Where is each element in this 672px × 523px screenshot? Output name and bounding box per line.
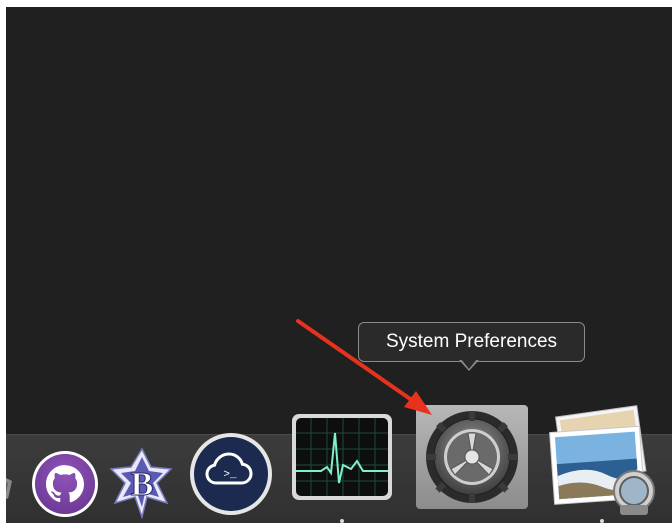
dock-item-activity-monitor[interactable] — [291, 413, 393, 501]
running-indicator — [600, 519, 604, 523]
dock-item-github-desktop[interactable] — [30, 449, 100, 519]
github-desktop-icon — [32, 451, 98, 517]
dock-item-system-preferences[interactable] — [416, 405, 528, 509]
running-indicator — [340, 519, 344, 523]
preview-icon — [549, 405, 655, 515]
svg-text:B: B — [131, 466, 154, 503]
tooltip-label: System Preferences — [385, 331, 558, 352]
bbedit-icon: B — [109, 447, 173, 519]
dock-item-partial-app[interactable] — [6, 471, 14, 501]
tooltip-pointer-fill — [461, 359, 477, 369]
partial-app-icon — [6, 478, 12, 499]
dock-tooltip: System Preferences — [358, 322, 585, 362]
dock-item-cloud-terminal[interactable]: >_ — [188, 431, 274, 517]
svg-text:>_: >_ — [223, 469, 237, 481]
terminal-cloud-app-icon: >_ — [190, 433, 272, 515]
activity-monitor-icon — [292, 414, 392, 500]
desktop-area: System Preferences B >_ — [6, 7, 672, 523]
dock-item-bbedit[interactable]: B — [109, 447, 175, 519]
system-preferences-icon — [416, 405, 528, 509]
dock: B >_ — [6, 405, 672, 523]
dock-item-preview[interactable] — [546, 405, 658, 515]
